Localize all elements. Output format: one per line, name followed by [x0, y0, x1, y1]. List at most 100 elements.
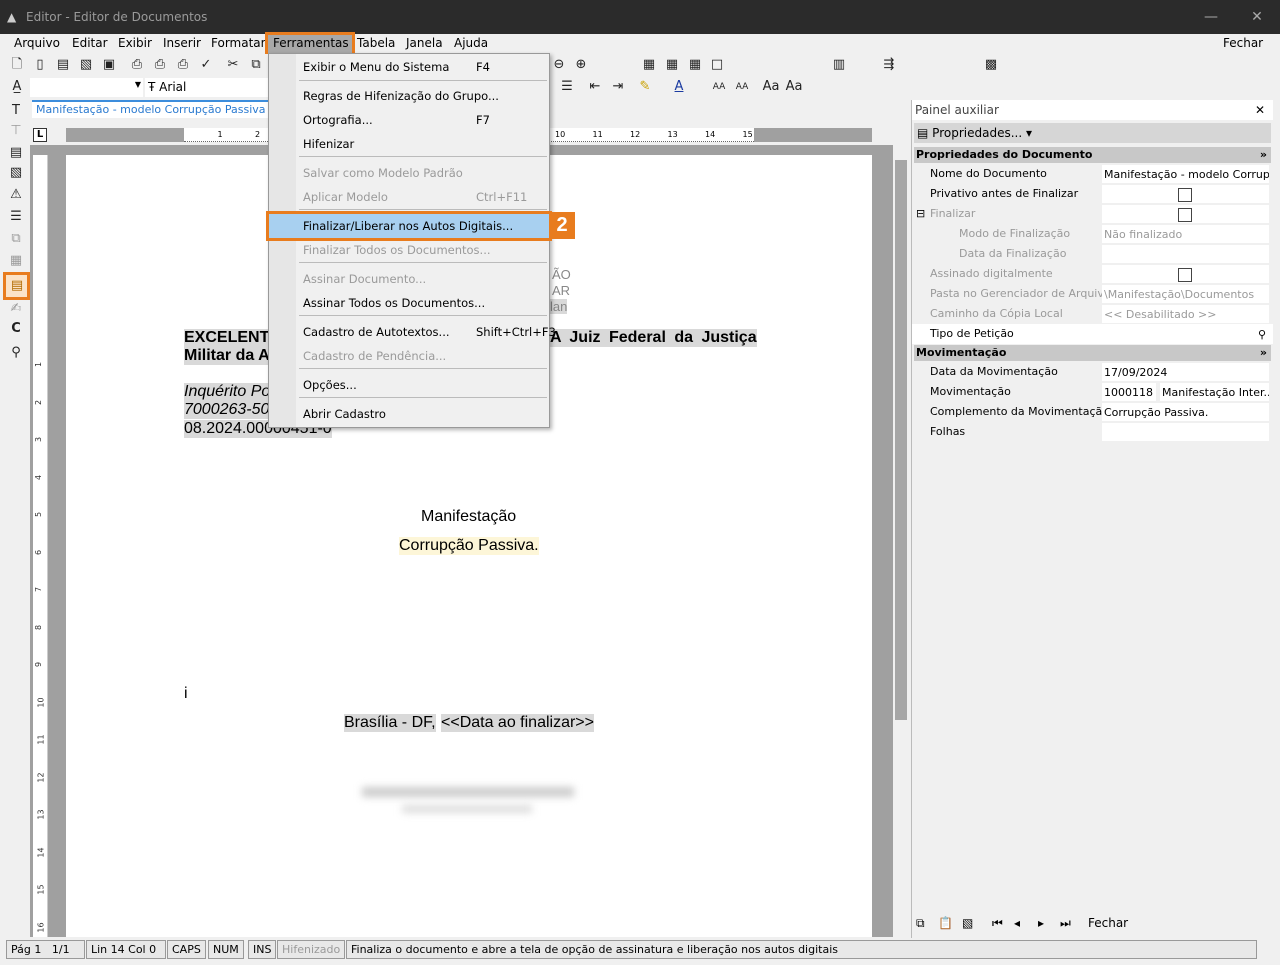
menu-item-finalizar-todos-os-documentos[interactable]: Finalizar Todos os Documentos...: [269, 238, 549, 262]
c-icon[interactable]: C: [7, 320, 25, 338]
menu-item-regras-de-hifeniza-o-do-grupo[interactable]: Regras de Hifenização do Grupo...: [269, 84, 549, 108]
property-value[interactable]: 17/09/2024: [1102, 363, 1269, 381]
tab-stop-icon[interactable]: L: [33, 128, 47, 142]
menu-tabela[interactable]: Tabela: [352, 35, 400, 53]
scrollbar-thumb[interactable]: [895, 160, 907, 720]
grow-font-icon[interactable]: AA: [710, 78, 728, 96]
properties-dropdown[interactable]: ▤ Propriedades... ▾: [914, 123, 1271, 143]
checkbox[interactable]: [1178, 208, 1192, 222]
text-tool-icon[interactable]: T: [7, 102, 25, 120]
collapse-icon[interactable]: ⊟: [916, 204, 925, 224]
property-value[interactable]: Corrupção Passiva.: [1102, 403, 1269, 421]
copy-icon[interactable]: ⧉: [916, 912, 925, 934]
list-doc-icon[interactable]: ☰: [7, 208, 25, 226]
menu-editar[interactable]: Editar: [67, 35, 113, 53]
section-document-properties[interactable]: Propriedades do Documento»: [914, 147, 1271, 163]
calendar-icon[interactable]: ▦: [7, 252, 25, 270]
date-field[interactable]: <<Data ao finalizar>>: [441, 714, 594, 732]
open-icon[interactable]: ▤: [54, 56, 72, 74]
minimize-button[interactable]: —: [1188, 0, 1234, 34]
menu-item-abrir-cadastro[interactable]: Abrir Cadastro: [269, 402, 549, 426]
print-preview-icon[interactable]: ⎙: [151, 56, 169, 74]
text-field-icon[interactable]: ⊤: [7, 122, 25, 140]
table-borders-icon[interactable]: ▦: [686, 56, 704, 74]
highlight-icon[interactable]: ✎: [636, 78, 654, 96]
menu-item-aplicar-modelo[interactable]: Aplicar Modelo Ctrl+F11: [269, 185, 549, 209]
menu-item-exibir-o-menu-do-sistema[interactable]: Exibir o Menu do Sistema F4: [269, 55, 549, 79]
paste-special-icon[interactable]: ▧: [962, 912, 973, 934]
next-icon[interactable]: ▸: [1038, 912, 1044, 934]
finalize-button[interactable]: ▤: [3, 272, 30, 300]
font-color-icon[interactable]: A: [670, 78, 688, 96]
menu-item-salvar-como-modelo-padr-o[interactable]: Salvar como Modelo Padrão: [269, 161, 549, 185]
blank-page-icon[interactable]: ▯: [31, 56, 49, 74]
menu-item-cadastro-de-pend-ncia[interactable]: Cadastro de Pendência...: [269, 344, 549, 368]
shrink-font-icon[interactable]: AA: [733, 78, 751, 96]
checkbox[interactable]: [1178, 188, 1192, 202]
menu-ajuda[interactable]: Ajuda: [449, 35, 493, 53]
table-icon[interactable]: ▦: [663, 56, 681, 74]
copy-doc-icon[interactable]: ⧉: [7, 230, 25, 248]
menu-item-finalizar-liberar-nos-autos-digitais[interactable]: Finalizar/Liberar nos Autos Digitais...: [266, 211, 552, 241]
save-icon[interactable]: ▣: [100, 56, 118, 74]
sign-icon[interactable]: ✍: [7, 300, 25, 318]
change-case-icon[interactable]: Aa: [762, 78, 780, 96]
menu-inserir[interactable]: Inserir: [158, 35, 206, 53]
clear-format-icon[interactable]: Aa: [785, 78, 803, 96]
indent-icon[interactable]: ⇥: [609, 78, 627, 96]
property-value[interactable]: [1102, 185, 1269, 203]
outdent-icon[interactable]: ⇤: [586, 78, 604, 96]
menu-item-cadastro-de-autotextos[interactable]: Cadastro de Autotextos... Shift+Ctrl+F3: [269, 320, 556, 344]
search-icon[interactable]: ⚲: [1258, 325, 1266, 343]
open-template-icon[interactable]: ▧: [77, 56, 95, 74]
table-grid-icon[interactable]: ▦: [640, 56, 658, 74]
menu-ferramentas[interactable]: Ferramentas: [265, 32, 355, 56]
merge-cells-icon[interactable]: ▥: [830, 56, 848, 74]
menu-janela[interactable]: Janela: [401, 35, 448, 53]
menu-item-hifenizar[interactable]: Hifenizar: [269, 132, 549, 156]
petition-type-field[interactable]: ⚲: [1160, 325, 1269, 343]
close-window-button[interactable]: ✕: [1234, 0, 1280, 34]
grid-icon[interactable]: ▩: [982, 56, 1000, 74]
property-value[interactable]: Manifestação Inter...: [1160, 383, 1269, 401]
style-icon[interactable]: A̲: [8, 78, 26, 96]
menu-arquivo[interactable]: Arquivo: [9, 35, 65, 53]
close-document-button[interactable]: Fechar: [1218, 35, 1268, 53]
zoom-out-icon[interactable]: ⊖: [550, 56, 568, 74]
menu-item-assinar-documento[interactable]: Assinar Documento...: [269, 267, 549, 291]
box-icon[interactable]: □: [708, 56, 726, 74]
menu-item-op-es[interactable]: Opções...: [269, 373, 549, 397]
property-value[interactable]: [1102, 325, 1156, 343]
form-icon[interactable]: ▤: [7, 144, 25, 162]
document-tab[interactable]: Manifestação - modelo Corrupção Passiva …: [32, 100, 270, 118]
property-value[interactable]: 1000118: [1102, 383, 1156, 401]
new-document-icon[interactable]: 🗋: [8, 56, 26, 74]
menu-exibir[interactable]: Exibir: [113, 35, 157, 53]
font-select[interactable]: Ŧ Arial: [145, 78, 269, 97]
copy-icon[interactable]: ⧉: [247, 56, 265, 74]
panel-close-button[interactable]: Fechar: [1088, 912, 1128, 934]
property-value[interactable]: Manifestação - modelo Corrup...: [1102, 165, 1269, 183]
checkbox[interactable]: [1178, 268, 1192, 282]
first-icon[interactable]: ⏮: [992, 912, 1003, 934]
menu-formatar[interactable]: Formatar: [206, 35, 271, 53]
property-value[interactable]: [1102, 423, 1269, 441]
section-movimentacao[interactable]: Movimentação»: [914, 345, 1271, 361]
format-painter-icon[interactable]: ⚲: [7, 344, 25, 362]
document-icon[interactable]: ▧: [7, 164, 25, 182]
warning-doc-icon[interactable]: ⚠: [7, 186, 25, 204]
panel-close-icon[interactable]: ✕: [1255, 100, 1265, 120]
spellcheck-icon[interactable]: ✓: [197, 56, 215, 74]
last-icon[interactable]: ⏭: [1060, 912, 1071, 934]
style-select[interactable]: ▼: [30, 78, 143, 97]
menu-item-ortografia[interactable]: Ortografia... F7: [269, 108, 549, 132]
cut-icon[interactable]: ✂: [224, 56, 242, 74]
field-icon[interactable]: ⇶: [880, 56, 898, 74]
zoom-in-icon[interactable]: ⊕: [572, 56, 590, 74]
print-setup-icon[interactable]: ⎙: [174, 56, 192, 74]
list-icon[interactable]: ☰: [558, 78, 576, 96]
print-icon[interactable]: ⎙: [128, 56, 146, 74]
paste-icon[interactable]: 📋: [938, 912, 953, 934]
menu-item-assinar-todos-os-documentos[interactable]: Assinar Todos os Documentos...: [269, 291, 549, 315]
prev-icon[interactable]: ◂: [1014, 912, 1020, 934]
